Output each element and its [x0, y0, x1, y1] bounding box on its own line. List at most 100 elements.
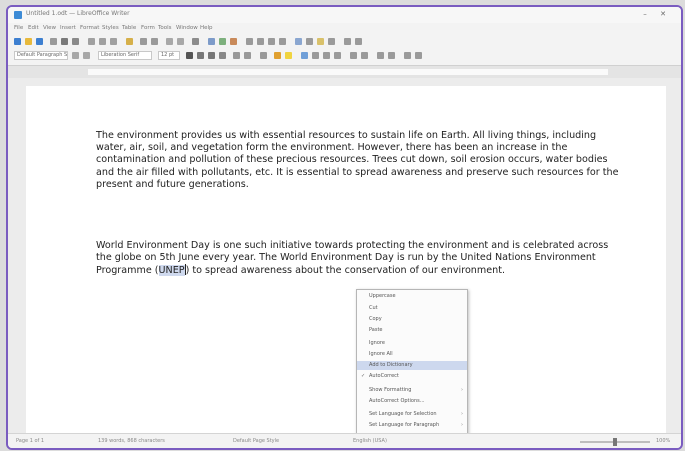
- numbering-icon[interactable]: [361, 52, 368, 59]
- new-style-icon[interactable]: [83, 52, 90, 59]
- status-bar: Page 1 of 1 139 words, 868 characters De…: [8, 433, 681, 448]
- highlight-color-icon[interactable]: [285, 52, 292, 59]
- context-menu-item[interactable]: Show Formatting ›: [357, 386, 467, 395]
- context-menu-item[interactable]: Ignore: [357, 339, 467, 348]
- menu-item-label: Ignore: [369, 340, 385, 346]
- menu-view[interactable]: View: [43, 25, 56, 31]
- context-menu-item[interactable]: Set Language for Paragraph ›: [357, 421, 467, 430]
- menu-table[interactable]: Table: [122, 25, 136, 31]
- menu-item-label: Cut: [369, 305, 378, 311]
- context-menu-item[interactable]: Cut: [357, 304, 467, 313]
- menu-help[interactable]: Help: [200, 25, 213, 31]
- line-spacing-icon[interactable]: [404, 52, 411, 59]
- track-changes-icon[interactable]: [328, 38, 335, 45]
- underline-icon[interactable]: [208, 52, 215, 59]
- context-menu-item[interactable]: Ignore All: [357, 350, 467, 359]
- font-size-dropdown[interactable]: 12 pt: [158, 51, 180, 60]
- selected-word[interactable]: UNEP: [158, 265, 185, 277]
- minimize-button[interactable]: –: [638, 9, 652, 20]
- italic-icon[interactable]: [197, 52, 204, 59]
- undo-icon[interactable]: [140, 38, 147, 45]
- context-menu: Uppercase Cut Copy Paste Ignore Ignore A…: [356, 289, 468, 435]
- submenu-arrow-icon: ›: [461, 387, 463, 393]
- menu-edit[interactable]: Edit: [28, 25, 39, 31]
- page-style: Default Page Style: [233, 438, 280, 444]
- subscript-icon[interactable]: [244, 52, 251, 59]
- app-window: Untitled 1.odt — LibreOffice Writer – ✕ …: [6, 5, 683, 450]
- insert-line-icon[interactable]: [344, 38, 351, 45]
- new-document-icon[interactable]: [14, 38, 21, 45]
- insert-table-icon[interactable]: [208, 38, 215, 45]
- save-icon[interactable]: [36, 38, 43, 45]
- insert-image-icon[interactable]: [219, 38, 226, 45]
- context-menu-item[interactable]: Paste: [357, 326, 467, 335]
- menu-item-label: Set Language for Selection: [369, 411, 437, 417]
- copy-icon[interactable]: [99, 38, 106, 45]
- open-folder-icon[interactable]: [25, 38, 32, 45]
- paragraph-environment[interactable]: The environment provides us with essenti…: [96, 130, 626, 191]
- justify-icon[interactable]: [334, 52, 341, 59]
- decrease-indent-icon[interactable]: [388, 52, 395, 59]
- insert-field-icon[interactable]: [268, 38, 275, 45]
- print-icon[interactable]: [61, 38, 68, 45]
- footnote-icon[interactable]: [306, 38, 313, 45]
- formatting-marks-icon[interactable]: [192, 38, 199, 45]
- redo-icon[interactable]: [151, 38, 158, 45]
- update-style-icon[interactable]: [72, 52, 79, 59]
- font-name-dropdown[interactable]: Liberation Serif: [98, 51, 152, 60]
- clone-formatting-icon[interactable]: [126, 38, 133, 45]
- language-indicator[interactable]: English (USA): [353, 438, 387, 444]
- submenu-arrow-icon: ›: [461, 422, 463, 428]
- menu-window[interactable]: Window: [176, 25, 198, 31]
- find-replace-icon[interactable]: [166, 38, 173, 45]
- basic-shapes-icon[interactable]: [355, 38, 362, 45]
- bold-icon[interactable]: [186, 52, 193, 59]
- menu-insert[interactable]: Insert: [60, 25, 76, 31]
- increase-indent-icon[interactable]: [377, 52, 384, 59]
- print-preview-icon[interactable]: [72, 38, 79, 45]
- bullets-icon[interactable]: [350, 52, 357, 59]
- hyperlink-icon[interactable]: [295, 38, 302, 45]
- insert-chart-icon[interactable]: [230, 38, 237, 45]
- horizontal-ruler[interactable]: [8, 65, 681, 79]
- context-menu-item-highlighted[interactable]: Add to Dictionary: [357, 361, 467, 370]
- page-break-icon[interactable]: [257, 38, 264, 45]
- menu-tools[interactable]: Tools: [158, 25, 172, 31]
- align-right-icon[interactable]: [323, 52, 330, 59]
- zoom-percentage[interactable]: 100%: [656, 438, 670, 444]
- document-page[interactable]: The environment provides us with essenti…: [26, 86, 666, 436]
- paragraph-world-environment-day[interactable]: World Environment Day is one such initia…: [96, 240, 626, 278]
- context-menu-item[interactable]: ✓ AutoCorrect: [357, 372, 467, 381]
- menu-styles[interactable]: Styles: [102, 25, 119, 31]
- menu-item-label: AutoCorrect Options...: [369, 398, 425, 404]
- standard-toolbar: [8, 35, 681, 49]
- close-button[interactable]: ✕: [656, 9, 670, 20]
- menu-file[interactable]: File: [14, 25, 23, 31]
- context-menu-item[interactable]: AutoCorrect Options...: [357, 397, 467, 406]
- font-color-icon[interactable]: [274, 52, 281, 59]
- zoom-slider-thumb[interactable]: [613, 438, 617, 446]
- check-icon: ✓: [361, 373, 366, 379]
- writer-app-icon: [14, 11, 22, 19]
- paste-icon[interactable]: [110, 38, 117, 45]
- menu-item-label: Show Formatting: [369, 387, 412, 393]
- paragraph-spacing-icon[interactable]: [415, 52, 422, 59]
- special-character-icon[interactable]: [279, 38, 286, 45]
- document-area[interactable]: The environment provides us with essenti…: [8, 78, 681, 436]
- align-center-icon[interactable]: [312, 52, 319, 59]
- insert-text-box-icon[interactable]: [246, 38, 253, 45]
- clear-formatting-icon[interactable]: [260, 52, 267, 59]
- menu-form[interactable]: Form: [141, 25, 155, 31]
- context-menu-item[interactable]: Uppercase: [357, 292, 467, 301]
- spelling-icon[interactable]: [177, 38, 184, 45]
- align-left-icon[interactable]: [301, 52, 308, 59]
- paragraph-style-dropdown[interactable]: Default Paragraph Style: [14, 51, 68, 60]
- export-pdf-icon[interactable]: [50, 38, 57, 45]
- cut-icon[interactable]: [88, 38, 95, 45]
- context-menu-item[interactable]: Set Language for Selection ›: [357, 410, 467, 419]
- strikethrough-icon[interactable]: [219, 52, 226, 59]
- menu-format[interactable]: Format: [80, 25, 99, 31]
- context-menu-item[interactable]: Copy: [357, 315, 467, 324]
- superscript-icon[interactable]: [233, 52, 240, 59]
- comment-icon[interactable]: [317, 38, 324, 45]
